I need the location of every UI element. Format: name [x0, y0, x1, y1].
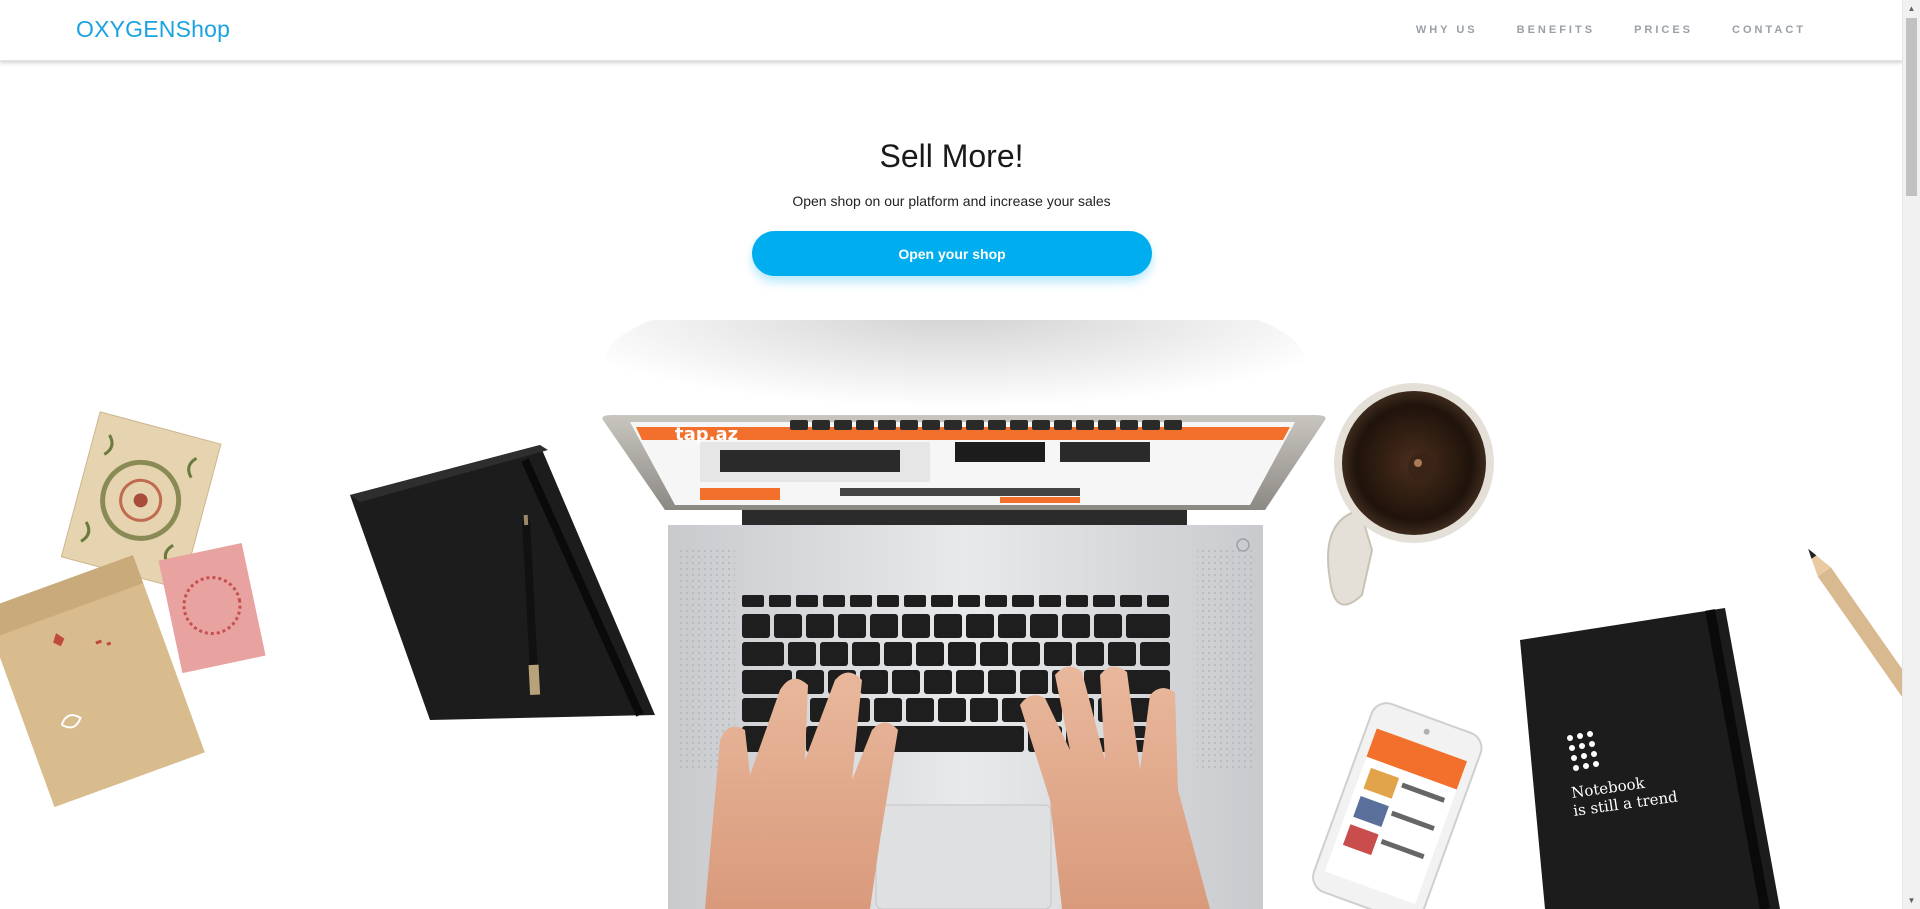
main-nav: WHY US BENEFITS PRICES CONTACT — [1377, 24, 1806, 36]
smartphone — [1312, 702, 1483, 909]
black-notebook-right: Notebook is still a trend — [1520, 608, 1780, 909]
pencil — [1808, 548, 1903, 708]
nav-link-why-us[interactable]: WHY US — [1416, 24, 1478, 36]
nav-link-prices[interactable]: PRICES — [1634, 24, 1693, 36]
page-scrollbar[interactable]: ▲ ▼ — [1902, 0, 1920, 909]
top-navbar: OXYGENShop WHY US BENEFITS PRICES CONTAC… — [0, 0, 1903, 61]
coffee-mug — [1327, 383, 1494, 606]
open-shop-button[interactable]: Open your shop — [752, 231, 1152, 276]
black-notebook-left — [350, 445, 655, 720]
nav-link-benefits[interactable]: BENEFITS — [1517, 24, 1595, 36]
landing-page: OXYGENShop WHY US BENEFITS PRICES CONTAC… — [0, 0, 1920, 909]
hero-subtitle: Open shop on our platform and increase y… — [792, 193, 1111, 209]
desk-illustration: tap.az Notebook is still a trend — [0, 320, 1903, 909]
brand-logo-link[interactable]: OXYGENShop — [76, 16, 230, 43]
decorative-cards — [0, 411, 266, 808]
laptop: tap.az — [602, 415, 1326, 909]
hero-title: Sell More! — [879, 138, 1024, 174]
scroll-up-arrow-icon[interactable]: ▲ — [1903, 0, 1920, 17]
scroll-down-arrow-icon[interactable]: ▼ — [1903, 892, 1920, 909]
screen-logo-text: tap.az — [675, 424, 738, 445]
nav-link-contact[interactable]: CONTACT — [1732, 24, 1806, 36]
scrollbar-thumb[interactable] — [1906, 18, 1917, 196]
